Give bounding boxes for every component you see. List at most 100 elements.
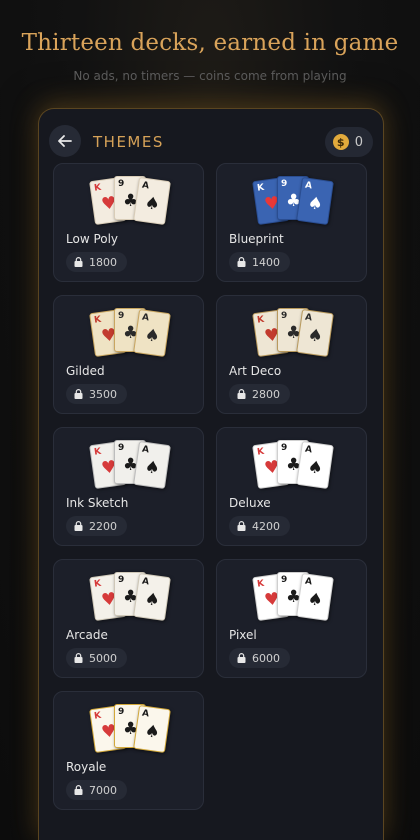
theme-tile[interactable]: K ♥ 9 ♣ A ♠ Ink Sketch 2200 [53,427,204,546]
price-value: 7000 [89,783,117,797]
theme-tile[interactable]: K ♥ 9 ♣ A ♠ Pixel 6000 [216,559,367,678]
card-rank: K [93,446,102,458]
card-suit-icon: ♠ [143,589,162,612]
card-rank: A [141,180,150,192]
card-rank: A [304,444,313,456]
theme-name: Royale [66,760,107,774]
card-rank: 9 [118,575,125,585]
theme-name: Art Deco [229,364,282,378]
card-rank: 9 [281,311,288,321]
playing-card: A ♠ [296,176,334,226]
card-preview: K ♥ 9 ♣ A ♠ [89,704,172,754]
playing-card: A ♠ [296,440,334,490]
price-badge: 6000 [229,648,290,668]
subheadline: No ads, no timers — coins come from play… [73,69,347,83]
theme-name: Arcade [66,628,108,642]
card-suit-icon: ♠ [306,325,325,348]
lock-icon [74,389,83,399]
back-button[interactable] [49,125,81,157]
theme-name: Ink Sketch [66,496,129,510]
theme-name: Gilded [66,364,105,378]
card-rank: K [93,182,102,194]
price-badge: 2800 [229,384,290,404]
card-preview: K ♥ 9 ♣ A ♠ [89,308,172,358]
card-rank: 9 [118,443,125,453]
theme-tile[interactable]: K ♥ 9 ♣ A ♠ Art Deco 2800 [216,295,367,414]
playing-card: A ♠ [133,440,171,490]
card-rank: K [93,314,102,326]
playing-card: A ♠ [133,704,171,754]
lock-icon [237,389,246,399]
card-rank: K [256,314,265,326]
lock-icon [74,653,83,663]
card-rank: A [304,312,313,324]
coin-icon: $ [332,134,349,150]
card-suit-icon: ♠ [143,457,162,480]
price-value: 2200 [89,519,117,533]
card-rank: A [141,312,150,324]
playing-card: A ♠ [133,572,171,622]
card-suit-icon: ♠ [143,193,162,216]
card-preview: K ♥ 9 ♣ A ♠ [252,440,335,490]
card-suit-icon: ♠ [306,589,325,612]
card-preview: K ♥ 9 ♣ A ♠ [252,176,335,226]
theme-name: Pixel [229,628,257,642]
card-rank: 9 [118,707,125,717]
theme-tile[interactable]: K ♥ 9 ♣ A ♠ Blueprint 1400 [216,163,367,282]
theme-tile[interactable]: K ♥ 9 ♣ A ♠ Gilded 3500 [53,295,204,414]
arrow-left-icon [58,135,72,147]
card-rank: K [93,710,102,722]
card-suit-icon: ♠ [306,457,325,480]
coin-balance[interactable]: $ 0 [324,127,373,157]
playing-card: A ♠ [133,308,171,358]
price-value: 4200 [252,519,280,533]
card-rank: K [93,578,102,590]
card-rank: 9 [281,179,288,189]
price-badge: 3500 [66,384,127,404]
price-value: 6000 [252,651,280,665]
price-value: 1400 [252,255,280,269]
lock-icon [237,257,246,267]
theme-name: Deluxe [229,496,271,510]
card-preview: K ♥ 9 ♣ A ♠ [89,572,172,622]
card-rank: K [256,578,265,590]
playing-card: A ♠ [133,176,171,226]
card-suit-icon: ♠ [143,325,162,348]
price-badge: 7000 [66,780,127,800]
card-preview: K ♥ 9 ♣ A ♠ [89,176,172,226]
screen-title: THEMES [93,133,164,151]
theme-name: Blueprint [229,232,284,246]
lock-icon [74,785,83,795]
card-rank: A [304,576,313,588]
top-bar: THEMES $ 0 [39,109,383,165]
price-value: 5000 [89,651,117,665]
card-preview: K ♥ 9 ♣ A ♠ [89,440,172,490]
card-preview: K ♥ 9 ♣ A ♠ [252,308,335,358]
card-rank: A [141,708,150,720]
card-rank: 9 [281,443,288,453]
card-rank: K [256,182,265,194]
playing-card: A ♠ [296,572,334,622]
card-rank: 9 [281,575,288,585]
price-badge: 1800 [66,252,127,272]
price-badge: 2200 [66,516,127,536]
price-badge: 1400 [229,252,290,272]
coin-count: 0 [354,134,363,150]
theme-tile[interactable]: K ♥ 9 ♣ A ♠ Royale 7000 [53,691,204,810]
card-rank: A [141,444,150,456]
lock-icon [74,521,83,531]
card-preview: K ♥ 9 ♣ A ♠ [252,572,335,622]
card-rank: K [256,446,265,458]
price-value: 1800 [89,255,117,269]
lock-icon [74,257,83,267]
theme-tile[interactable]: K ♥ 9 ♣ A ♠ Low Poly 1800 [53,163,204,282]
theme-tile[interactable]: K ♥ 9 ♣ A ♠ Deluxe 4200 [216,427,367,546]
card-suit-icon: ♠ [143,721,162,744]
card-rank: 9 [118,179,125,189]
theme-tile[interactable]: K ♥ 9 ♣ A ♠ Arcade 5000 [53,559,204,678]
card-rank: A [141,576,150,588]
headline: Thirteen decks, earned in game [21,30,399,56]
price-value: 2800 [252,387,280,401]
phone-frame: THEMES $ 0 K ♥ 9 ♣ A ♠ Low Poly 1800 K ♥ 9 ♣ A ♠ Bluep… [38,108,384,840]
card-rank: A [304,180,313,192]
